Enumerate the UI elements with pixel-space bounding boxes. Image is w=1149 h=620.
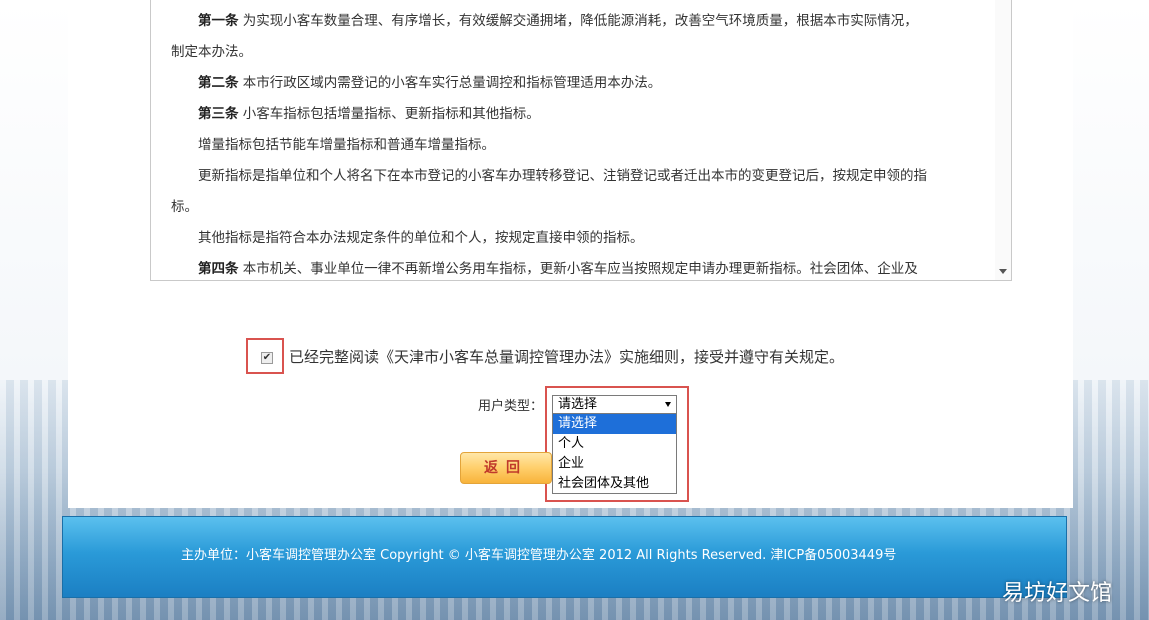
option-enterprise[interactable]: 企业: [553, 454, 676, 474]
scroll-down-arrow-icon[interactable]: [999, 269, 1007, 274]
terms-paragraph: 制定本办法。: [171, 44, 252, 60]
dropdown-arrow-icon: [665, 402, 671, 407]
user-type-label: 用户类型：: [478, 399, 544, 414]
option-please-select[interactable]: 请选择: [553, 414, 676, 434]
terms-paragraph: 第四条 本市机关、事业单位一律不再新增公务用车指标，更新小客车应当按照规定申请办…: [198, 261, 918, 277]
terms-paragraph: 更新指标是指单位和个人将名下在本市登记的小客车办理转移登记、注销登记或者迁出本市…: [198, 168, 927, 184]
user-type-selected-value: 请选择: [558, 397, 598, 412]
terms-paragraph: 第一条 为实现小客车数量合理、有序增长，有效缓解交通拥堵，降低能源消耗，改善空气…: [198, 13, 918, 29]
checkbox-highlight-frame: ✔: [246, 338, 284, 374]
article-number: 第一条: [198, 13, 239, 29]
agreement-checkbox[interactable]: ✔: [261, 352, 273, 364]
terms-scrollbar[interactable]: [995, 0, 1011, 280]
article-number: 第四条: [198, 261, 239, 277]
user-type-options: 请选择 个人 企业 社会团体及其他: [552, 414, 677, 494]
option-organization-other[interactable]: 社会团体及其他: [553, 474, 676, 494]
footer-text: 主办单位：小客车调控管理办公室 Copyright © 小客车调控管理办公室 2…: [181, 548, 897, 563]
agreement-label: 已经完整阅读《天津市小客车总量调控管理办法》实施细则，接受并遵守有关规定。: [289, 348, 845, 366]
agreement-row: ✔ 已经完整阅读《天津市小客车总量调控管理办法》实施细则，接受并遵守有关规定。: [246, 338, 906, 376]
terms-paragraph: 标。: [171, 199, 198, 215]
back-button[interactable]: 返回: [460, 452, 552, 484]
article-number: 第二条: [198, 75, 239, 91]
user-type-select[interactable]: 请选择: [552, 395, 677, 414]
terms-paragraph: 第三条 小客车指标包括增量指标、更新指标和其他指标。: [198, 106, 540, 122]
watermark: 易坊好文馆: [1002, 581, 1113, 606]
footer: 主办单位：小客车调控管理办公室 Copyright © 小客车调控管理办公室 2…: [62, 516, 1067, 598]
terms-paragraph: 第二条 本市行政区域内需登记的小客车实行总量调控和指标管理适用本办法。: [198, 75, 662, 91]
terms-paragraph: 增量指标包括节能车增量指标和普通车增量指标。: [198, 137, 495, 153]
terms-scroll-box[interactable]: 第一条 为实现小客车数量合理、有序增长，有效缓解交通拥堵，降低能源消耗，改善空气…: [150, 0, 1012, 281]
terms-text: 第一条 为实现小客车数量合理、有序增长，有效缓解交通拥堵，降低能源消耗，改善空气…: [171, 6, 981, 280]
article-number: 第三条: [198, 106, 239, 122]
terms-paragraph: 其他指标是指符合本办法规定条件的单位和个人，按规定直接申领的指标。: [198, 230, 644, 246]
option-individual[interactable]: 个人: [553, 434, 676, 454]
